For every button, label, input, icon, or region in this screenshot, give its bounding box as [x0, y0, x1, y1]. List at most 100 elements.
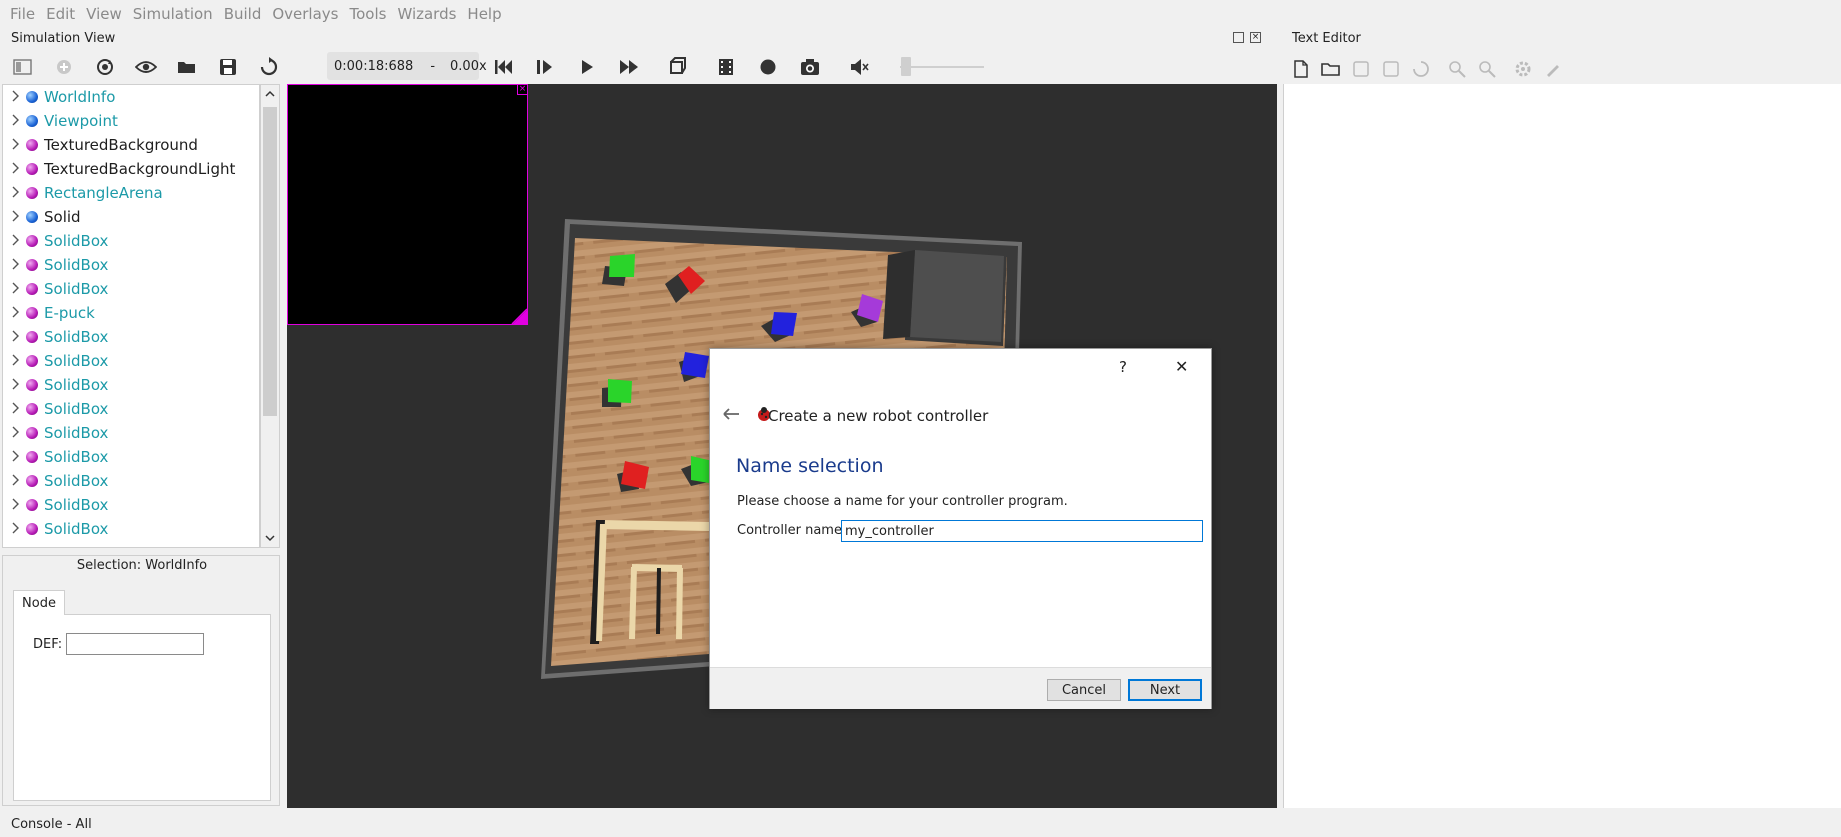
controller-name-input[interactable]: [841, 520, 1203, 542]
overlay-close-icon[interactable]: ×: [517, 84, 528, 95]
dialog-description: Please choose a name for your controller…: [737, 494, 1068, 509]
expand-chevron-icon[interactable]: [9, 305, 23, 319]
expand-chevron-icon[interactable]: [9, 233, 23, 247]
save-file-icon[interactable]: [1350, 58, 1372, 80]
tree-item[interactable]: SolidBox: [3, 493, 259, 517]
def-input[interactable]: [66, 633, 204, 655]
tree-item[interactable]: E-puck: [3, 301, 259, 325]
view-eye-icon[interactable]: [135, 56, 157, 78]
play-icon[interactable]: [576, 56, 598, 78]
expand-chevron-icon[interactable]: [9, 425, 23, 439]
expand-chevron-icon[interactable]: [9, 161, 23, 175]
node-type-icon: [26, 523, 38, 535]
add-node-icon[interactable]: [53, 56, 75, 78]
volume-slider-handle[interactable]: [901, 57, 911, 76]
expand-chevron-icon[interactable]: [9, 113, 23, 127]
tree-item[interactable]: SolidBox: [3, 517, 259, 541]
tree-item-label: SolidBox: [44, 400, 109, 418]
menu-overlays[interactable]: Overlays: [262, 5, 338, 23]
tree-item[interactable]: SolidBox: [3, 373, 259, 397]
record-movie-icon[interactable]: [715, 56, 737, 78]
tree-item[interactable]: SolidBox: [3, 277, 259, 301]
expand-chevron-icon[interactable]: [9, 137, 23, 151]
mute-icon[interactable]: [849, 56, 871, 78]
expand-chevron-icon[interactable]: [9, 281, 23, 295]
save-all-icon[interactable]: [1380, 58, 1402, 80]
fast-forward-icon[interactable]: [618, 56, 640, 78]
scene-tree-scrollbar[interactable]: [260, 84, 280, 548]
cancel-button[interactable]: Cancel: [1047, 679, 1121, 701]
scene-tree: WorldInfo Viewpoint TexturedBackground Text…: [2, 84, 260, 548]
build-tools-icon[interactable]: [1542, 58, 1564, 80]
record-animation-icon[interactable]: [757, 56, 779, 78]
back-arrow-icon[interactable]: [722, 406, 742, 422]
tree-item[interactable]: RectangleArena: [3, 181, 259, 205]
expand-chevron-icon[interactable]: [9, 209, 23, 223]
tree-item[interactable]: WorldInfo: [3, 85, 259, 109]
menu-simulation[interactable]: Simulation: [123, 5, 213, 23]
tree-item[interactable]: TexturedBackgroundLight: [3, 157, 259, 181]
tree-item[interactable]: SolidBox: [3, 421, 259, 445]
tree-item[interactable]: SolidBox: [3, 325, 259, 349]
tree-item[interactable]: SolidBox: [3, 229, 259, 253]
expand-chevron-icon[interactable]: [9, 521, 23, 535]
step-back-icon[interactable]: [492, 56, 514, 78]
step-icon[interactable]: [534, 56, 556, 78]
tree-item[interactable]: SolidBox: [3, 253, 259, 277]
scroll-down-icon[interactable]: [264, 532, 276, 544]
replace-icon[interactable]: [1476, 58, 1498, 80]
reset-simulation-icon[interactable]: [258, 56, 280, 78]
find-icon[interactable]: [1446, 58, 1468, 80]
text-editor-area[interactable]: [1283, 84, 1841, 808]
camera-overlay[interactable]: [287, 84, 528, 325]
menu-help[interactable]: Help: [457, 5, 501, 23]
menu-tools[interactable]: Tools: [339, 5, 386, 23]
volume-slider-track[interactable]: [900, 66, 984, 68]
overlay-resize-icon[interactable]: [511, 308, 528, 325]
simulation-speed: 0.00x: [450, 58, 487, 74]
tree-item[interactable]: SolidBox: [3, 445, 259, 469]
tree-item[interactable]: SolidBox: [3, 349, 259, 373]
expand-chevron-icon[interactable]: [9, 257, 23, 271]
tree-item[interactable]: Solid: [3, 205, 259, 229]
scrollbar-thumb[interactable]: [263, 107, 277, 416]
node-type-icon: [26, 115, 38, 127]
open-world-icon[interactable]: [176, 56, 198, 78]
expand-chevron-icon[interactable]: [9, 449, 23, 463]
revert-file-icon[interactable]: [1410, 58, 1432, 80]
save-world-icon[interactable]: [217, 56, 239, 78]
expand-chevron-icon[interactable]: [9, 353, 23, 367]
expand-chevron-icon[interactable]: [9, 401, 23, 415]
scroll-up-icon[interactable]: [264, 88, 276, 100]
expand-chevron-icon[interactable]: [9, 329, 23, 343]
new-file-icon[interactable]: [1290, 58, 1312, 80]
close-dialog-button[interactable]: ✕: [1175, 357, 1188, 376]
menu-file[interactable]: File: [0, 5, 35, 23]
menu-build[interactable]: Build: [214, 5, 262, 23]
menu-wizards[interactable]: Wizards: [387, 5, 456, 23]
rendering-toggle-icon[interactable]: [665, 56, 687, 78]
reload-world-icon[interactable]: [94, 56, 116, 78]
next-button[interactable]: Next: [1128, 679, 1202, 701]
expand-chevron-icon[interactable]: [9, 89, 23, 103]
screenshot-icon[interactable]: [799, 56, 821, 78]
hide-scene-tree-icon[interactable]: [12, 56, 34, 78]
tree-item[interactable]: TexturedBackground: [3, 133, 259, 157]
tab-node[interactable]: Node: [13, 590, 65, 615]
expand-chevron-icon[interactable]: [9, 497, 23, 511]
tree-item[interactable]: SolidBox: [3, 397, 259, 421]
tree-item[interactable]: SolidBox: [3, 469, 259, 493]
expand-chevron-icon[interactable]: [9, 473, 23, 487]
undock-icon[interactable]: [1233, 32, 1244, 43]
menu-edit[interactable]: Edit: [36, 5, 75, 23]
build-settings-icon[interactable]: [1512, 58, 1534, 80]
help-button[interactable]: ?: [1119, 358, 1127, 376]
node-type-icon: [26, 187, 38, 199]
menu-view[interactable]: View: [76, 5, 122, 23]
tree-item-label: TexturedBackgroundLight: [44, 160, 236, 178]
close-panel-icon[interactable]: ×: [1250, 32, 1261, 43]
open-file-icon[interactable]: [1320, 58, 1342, 80]
tree-item[interactable]: Viewpoint: [3, 109, 259, 133]
expand-chevron-icon[interactable]: [9, 185, 23, 199]
expand-chevron-icon[interactable]: [9, 377, 23, 391]
